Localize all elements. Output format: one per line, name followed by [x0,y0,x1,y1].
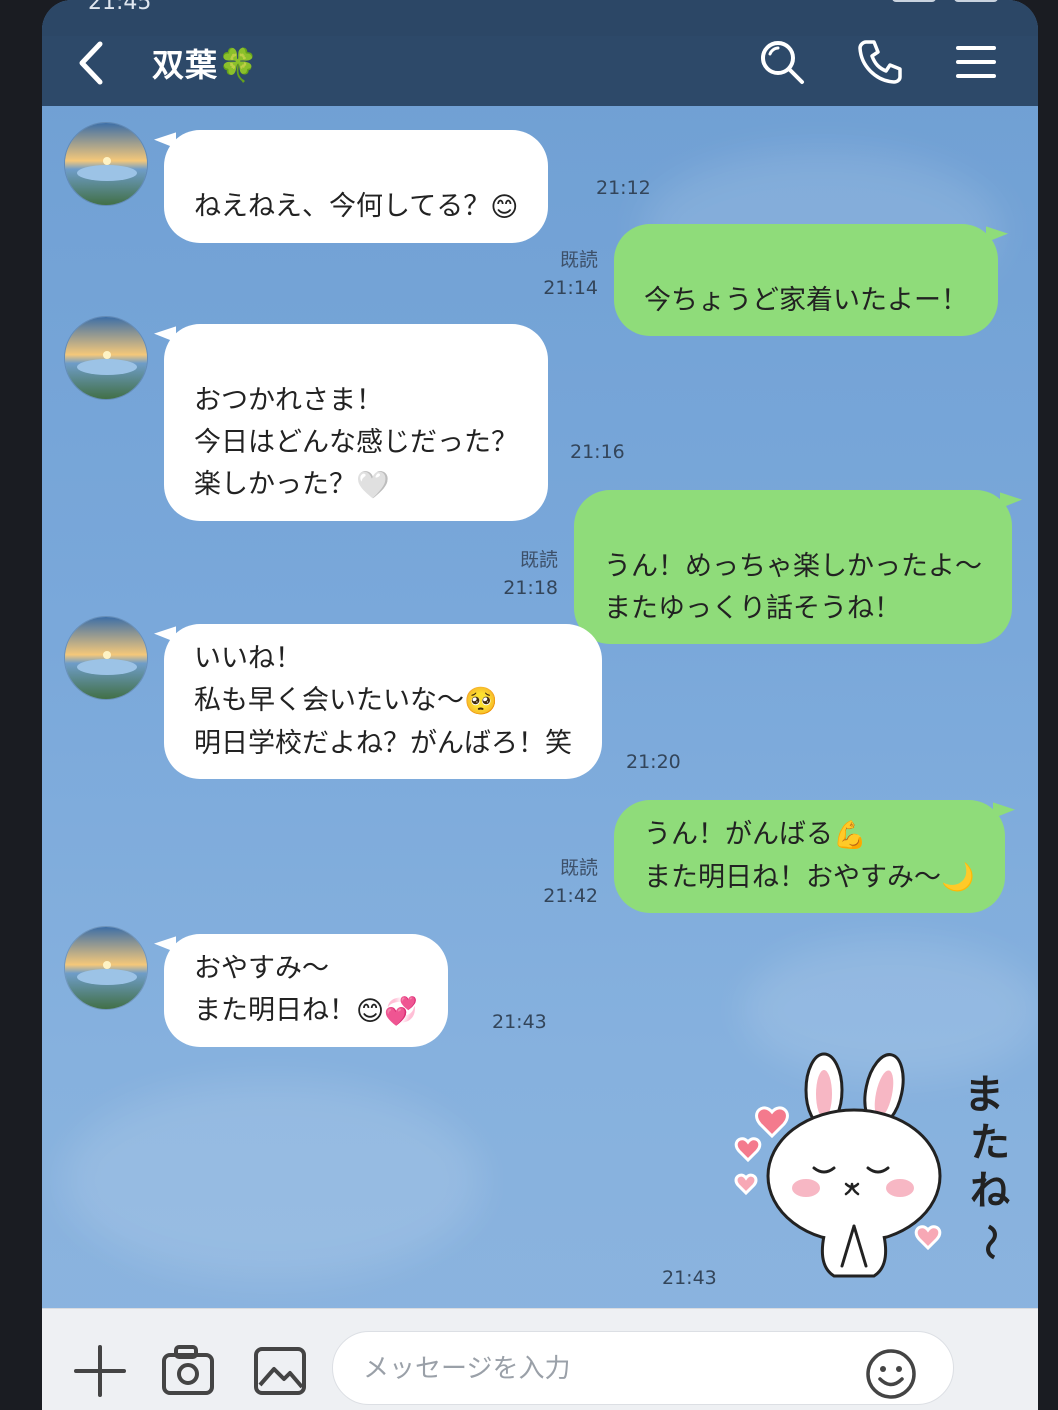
pleading-emoji: 🥺 [464,685,498,717]
friend-avatar[interactable] [64,616,148,700]
phone-icon[interactable] [854,36,906,88]
message-time: 21:12 [596,177,651,199]
sticker-text-3: ね [970,1168,1010,1214]
read-receipt: 既読 [559,249,598,271]
message-time: 21:16 [570,441,625,463]
plus-icon[interactable] [72,1343,128,1399]
message-text: うん！めっちゃ楽しかったよ〜 またゆっくり話そうね！ [604,551,982,624]
message-time: 21:14 [543,277,598,299]
message-bubble[interactable]: いいね！ 私も早く会いたいな〜🥺 明日学校だよね？がんばろ！笑 [164,624,602,779]
message-bubble[interactable]: うん！めっちゃ楽しかったよ〜 またゆっくり話そうね！ [574,490,1012,644]
message-time: 21:42 [543,885,598,907]
message-text: ねえねえ、今何してる？ [194,191,491,222]
message-input-bar: メッセージを入力 [42,1308,1038,1410]
message-time: 21:43 [492,1011,547,1033]
sticker-text-2: た [970,1120,1010,1166]
message-time: 21:43 [662,1267,717,1289]
smile-icon[interactable] [864,1347,918,1401]
message-line-text: また明日ね！おやすみ〜 [644,861,941,893]
search-icon[interactable] [756,36,808,88]
sticker-text-4: 〜 [969,1224,1010,1260]
friend-avatar[interactable] [64,926,148,1010]
camera-icon[interactable] [160,1343,216,1399]
message-line: また明日ね！😊💞 [194,990,418,1033]
message-line: うん！がんばる💪 [644,814,975,857]
smile-emoji: 😊 [490,191,519,223]
message-line-text: また明日ね！ [194,995,356,1026]
message-bubble[interactable]: 今ちょうど家着いたよー！ [614,224,998,336]
message-line: 明日学校だよね？がんばろ！笑 [194,727,572,759]
friend-avatar[interactable] [64,122,148,206]
status-bar: 21:45 [42,0,1038,36]
message-input[interactable]: メッセージを入力 [332,1331,954,1405]
message-meta: 既読 21:14 [542,246,598,302]
message-time: 21:20 [626,751,681,773]
status-indicators [892,0,998,2]
chevron-left-icon[interactable] [72,36,112,90]
status-time: 21:45 [88,0,152,15]
image-icon[interactable] [252,1343,308,1399]
chat-screen: 21:45 双葉🍀 ねえねえ、今何してる？😊 21:12 既読 21:14 今ち… [42,0,1038,1410]
message-meta: 既読 21:18 [502,546,558,602]
message-line-text: 私も早く会いたいな〜 [194,685,464,716]
bunny-sticker[interactable]: ま た ね 〜 [732,1050,1022,1290]
read-receipt: 既読 [559,857,598,879]
read-receipt: 既読 [519,549,558,571]
chat-title[interactable]: 双葉🍀 [152,40,259,86]
message-line: また明日ね！おやすみ〜🌙 [644,857,975,900]
moon-emoji: 🌙 [941,862,975,893]
message-time: 21:18 [503,577,558,599]
message-bubble[interactable]: おやすみ〜 また明日ね！😊💞 [164,934,448,1047]
message-line: 私も早く会いたいな〜🥺 [194,680,572,723]
sticker-text-1: ま [964,1072,1004,1118]
message-bubble[interactable]: おつかれさま！ 今日はどんな感じだった？ 楽しかった？🤍 [164,324,548,521]
muscle-emoji: 💪 [833,819,867,851]
cloud-decoration [62,1080,482,1280]
chat-header: 21:45 双葉🍀 [42,0,1038,106]
message-bubble[interactable]: うん！がんばる💪 また明日ね！おやすみ〜🌙 [614,800,1005,913]
friend-avatar[interactable] [64,316,148,400]
message-text: 今ちょうど家着いたよー！ [644,285,968,316]
heart-emoji: 🤍 [356,469,390,501]
message-meta: 既読 21:42 [542,854,598,910]
message-line-text: うん！がんばる [644,819,833,850]
message-line: いいね！ [194,643,302,674]
message-line: おやすみ〜 [194,953,329,984]
smile-hearts-emoji: 😊💞 [356,995,418,1027]
menu-icon[interactable] [950,36,1002,88]
message-input-placeholder: メッセージを入力 [363,1354,571,1384]
message-bubble[interactable]: ねえねえ、今何してる？😊 [164,130,549,243]
